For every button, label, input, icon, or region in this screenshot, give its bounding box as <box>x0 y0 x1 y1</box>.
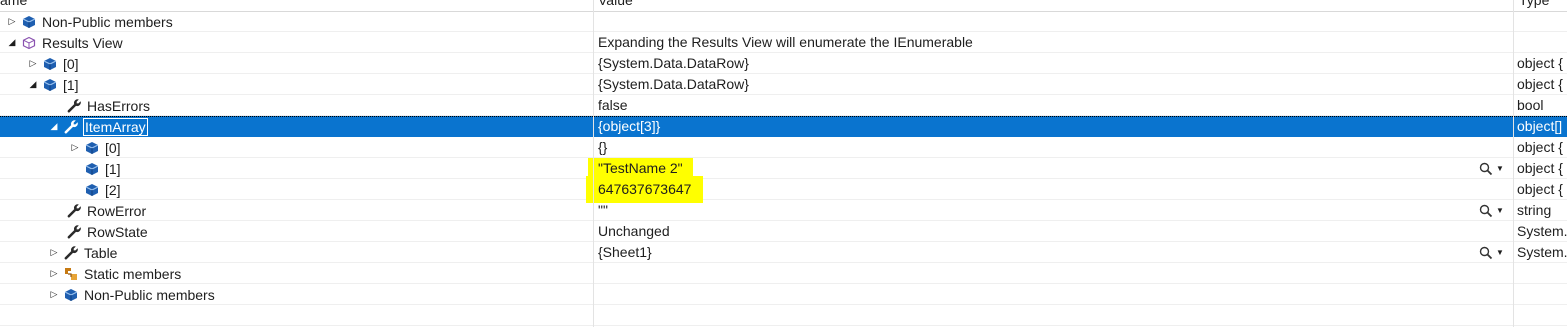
collapse-arrow-icon[interactable]: ◢ <box>6 32 18 53</box>
blue-cube-icon <box>63 287 79 303</box>
tree-row[interactable]: [2] 647637673647 object { <box>0 176 1567 203</box>
expand-arrow-icon[interactable]: ▷ <box>27 53 39 74</box>
wrench-icon <box>66 224 82 240</box>
row-type <box>1517 11 1567 32</box>
tree-row[interactable]: ◢ [1] {System.Data.DataRow} object { <box>0 74 1567 95</box>
row-type: object { <box>1517 76 1563 92</box>
wrench-icon <box>63 119 79 135</box>
tree-row[interactable]: HasErrors false bool <box>0 95 1567 116</box>
row-label: RowState <box>87 223 148 240</box>
row-type: object { <box>1517 181 1563 197</box>
results-view-icon <box>21 35 37 51</box>
watch-tree: ▷ Non-Public members ◢ Results View Expa… <box>0 11 1567 326</box>
row-value: {object[3]} <box>598 118 661 134</box>
magnifier-icon <box>1479 246 1493 259</box>
row-type: string <box>1517 202 1552 218</box>
row-type <box>1517 284 1567 305</box>
blue-cube-icon <box>42 56 58 72</box>
row-type <box>1517 32 1567 53</box>
row-type <box>1517 263 1567 284</box>
wrench-icon <box>66 98 82 114</box>
row-value: Expanding the Results View will enumerat… <box>598 34 973 50</box>
highlighted-value: 647637673647 <box>586 176 704 203</box>
tree-row[interactable]: ▷ Static members <box>0 263 1567 284</box>
wrench-icon <box>66 203 82 219</box>
blue-cube-icon <box>21 14 37 30</box>
tree-row[interactable]: ▷ Non-Public members <box>0 284 1567 305</box>
collapse-arrow-icon[interactable]: ◢ <box>48 116 60 137</box>
magnifier-icon <box>1479 162 1493 175</box>
tree-row[interactable]: [1] "TestName 2" ▼ object { <box>0 158 1567 179</box>
highlighted-value: "TestName 2" <box>588 158 693 178</box>
blue-cube-icon <box>84 182 100 198</box>
row-label: Static members <box>84 265 182 282</box>
chevron-down-icon: ▼ <box>1496 206 1504 215</box>
blue-cube-icon <box>42 77 58 93</box>
row-value: "" <box>598 202 608 218</box>
row-type: object[] <box>1517 118 1563 134</box>
collapse-arrow-icon[interactable]: ◢ <box>27 74 39 95</box>
row-type: object { <box>1517 139 1563 155</box>
blue-cube-icon <box>84 140 100 156</box>
blue-cube-icon <box>84 161 100 177</box>
row-type: object { <box>1517 160 1563 176</box>
row-value: Unchanged <box>598 223 670 239</box>
expand-arrow-icon[interactable]: ▷ <box>48 284 60 305</box>
expand-arrow-icon[interactable]: ▷ <box>48 242 60 263</box>
chevron-down-icon: ▼ <box>1496 164 1504 173</box>
column-divider-value[interactable] <box>593 0 594 327</box>
tree-row[interactable]: RowError "" ▼ string <box>0 200 1567 221</box>
tree-row[interactable]: ◢ Results View Expanding the Results Vie… <box>0 32 1567 53</box>
text-visualizer-button[interactable]: ▼ <box>1479 202 1509 219</box>
tree-row-selected[interactable]: ◢ ItemArray {object[3]} object[] <box>0 116 1567 137</box>
row-label: RowError <box>87 202 147 219</box>
row-value: false <box>598 97 628 113</box>
magnifier-icon <box>1479 204 1493 217</box>
static-members-icon <box>63 266 79 282</box>
row-label: HasErrors <box>87 97 151 114</box>
tree-row[interactable]: ▷ [0] {} object { <box>0 137 1567 158</box>
row-label: Non-Public members <box>84 286 215 303</box>
row-label: [0] <box>63 55 79 72</box>
row-label: ItemArray <box>83 117 148 136</box>
row-label: [2] <box>105 181 121 198</box>
row-value: {} <box>598 139 608 155</box>
tree-row[interactable]: RowState Unchanged System. <box>0 221 1567 242</box>
tree-row[interactable]: ▷ [0] {System.Data.DataRow} object { <box>0 53 1567 74</box>
row-value: {Sheet1} <box>598 244 652 260</box>
row-label: [0] <box>105 139 121 156</box>
row-label: Results View <box>42 34 123 51</box>
tree-row[interactable]: ▷ Table {Sheet1} ▼ System. <box>0 242 1567 263</box>
row-type: System. <box>1517 244 1567 260</box>
expand-arrow-icon[interactable]: ▷ <box>48 263 60 284</box>
wrench-icon <box>63 245 79 261</box>
row-label: [1] <box>105 160 121 177</box>
row-value: {System.Data.DataRow} <box>598 55 749 71</box>
empty-row <box>0 305 1567 326</box>
column-header-name[interactable]: ame <box>0 0 27 8</box>
column-divider-type[interactable] <box>1513 0 1514 327</box>
text-visualizer-button[interactable]: ▼ <box>1479 160 1509 177</box>
column-header-value[interactable]: Value <box>598 0 633 8</box>
tree-row[interactable]: ▷ Non-Public members <box>0 11 1567 32</box>
row-label: Non-Public members <box>42 13 173 30</box>
column-header-type[interactable]: Type <box>1519 0 1549 8</box>
row-label: [1] <box>63 76 79 93</box>
row-type: object { <box>1517 55 1563 71</box>
row-value: {System.Data.DataRow} <box>598 76 749 92</box>
row-type: System. <box>1517 223 1567 239</box>
expand-arrow-icon[interactable]: ▷ <box>69 137 81 158</box>
row-type: bool <box>1517 97 1544 113</box>
text-visualizer-button[interactable]: ▼ <box>1479 244 1509 261</box>
chevron-down-icon: ▼ <box>1496 248 1504 257</box>
expand-arrow-icon[interactable]: ▷ <box>6 11 18 32</box>
row-label: Table <box>84 244 118 261</box>
